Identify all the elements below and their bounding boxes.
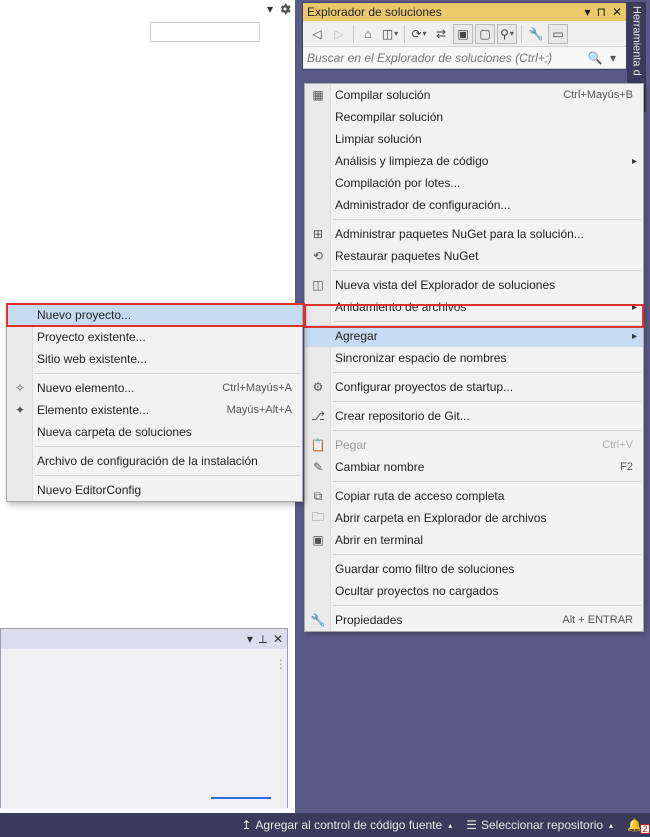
menu-properties[interactable]: 🔧PropiedadesAlt + ENTRAR	[305, 609, 643, 631]
menu-build-solution[interactable]: ▦Compilar soluciónCtrl+Mayús+B	[305, 84, 643, 106]
chevron-right-icon: ▸	[632, 331, 637, 342]
status-bar: ↥ Agregar al control de código fuente ☰ …	[0, 813, 650, 837]
menu-code-analysis[interactable]: Análisis y limpieza de código▸	[305, 150, 643, 172]
properties-icon[interactable]: 🔧	[526, 24, 546, 44]
menu-dropdown-icon[interactable]: ▾	[247, 632, 253, 646]
existing-item-icon: ✦	[11, 403, 29, 417]
solution-context-menu: ▦Compilar soluciónCtrl+Mayús+B Recompila…	[304, 83, 644, 632]
menu-sync-namespace[interactable]: Sincronizar espacio de nombres	[305, 347, 643, 369]
submenu-existing-item[interactable]: ✦Elemento existente...Mayús+Alt+A	[7, 399, 302, 421]
menu-copy-full-path[interactable]: ⧉Copiar ruta de acceso completa	[305, 485, 643, 507]
menu-rename[interactable]: ✎Cambiar nombreF2	[305, 456, 643, 478]
close-icon[interactable]: ✕	[612, 5, 622, 19]
submenu-new-project[interactable]: Nuevo proyecto...	[7, 304, 302, 326]
sync-icon[interactable]: ⟳	[409, 24, 429, 44]
folder-icon: 🗀	[309, 508, 327, 529]
bottom-panel-body	[1, 649, 287, 809]
bottom-panel: ▾ ⟂ ✕ ⋮	[0, 628, 288, 808]
bottom-panel-titlebar: ▾ ⟂ ✕	[1, 629, 287, 649]
home-icon[interactable]: ⌂	[358, 24, 378, 44]
menu-open-terminal[interactable]: ▣Abrir en terminal	[305, 529, 643, 551]
wrench-icon: 🔧	[309, 613, 327, 627]
status-notifications[interactable]: 🔔 2	[627, 818, 642, 832]
forward-icon: ▷	[329, 24, 349, 44]
chevron-right-icon: ▸	[632, 302, 637, 313]
dropdown-icon[interactable]: ▾	[267, 2, 273, 16]
build-icon: ▦	[309, 88, 327, 102]
gear-icon: ⚙	[309, 380, 327, 394]
search-input[interactable]	[307, 51, 586, 65]
menu-save-as-filter[interactable]: Guardar como filtro de soluciones	[305, 558, 643, 580]
menu-new-solution-view[interactable]: ◫Nueva vista del Explorador de solucione…	[305, 274, 643, 296]
pending-icon[interactable]: ⇄	[431, 24, 451, 44]
menu-file-nesting[interactable]: Anidamiento de archivos▸	[305, 296, 643, 318]
restore-icon: ⟲	[309, 249, 327, 263]
pin-icon[interactable]: ⟂	[259, 632, 267, 647]
menu-rebuild-solution[interactable]: Recompilar solución	[305, 106, 643, 128]
menu-startup-projects[interactable]: ⚙Configurar proyectos de startup...	[305, 376, 643, 398]
menu-configuration-manager[interactable]: Administrador de configuración...	[305, 194, 643, 216]
rename-icon: ✎	[309, 460, 327, 474]
status-add-source-control[interactable]: ↥ Agregar al control de código fuente	[241, 818, 452, 832]
git-icon: ⎇	[309, 409, 327, 423]
solution-explorer-titlebar[interactable]: Explorador de soluciones ▾ ⊓ ✕	[303, 3, 626, 21]
collapse-icon[interactable]: ▢	[475, 24, 495, 44]
search-icon[interactable]: 🔍	[586, 51, 604, 65]
solution-explorer-toolbar: ◁ ▷ ⌂ ◫ ⟳ ⇄ ▣ ▢ ⚲ 🔧 ▭	[303, 21, 626, 47]
menu-restore-nuget[interactable]: ⟲Restaurar paquetes NuGet	[305, 245, 643, 267]
copy-icon: ⧉	[309, 489, 327, 504]
submenu-installation-config[interactable]: Archivo de configuración de la instalaci…	[7, 450, 302, 472]
repo-icon: ☰	[466, 818, 477, 832]
new-view-icon: ◫	[309, 278, 327, 292]
preview-icon[interactable]: ▭	[548, 24, 568, 44]
submenu-new-item[interactable]: ✧Nuevo elemento...Ctrl+Mayús+A	[7, 377, 302, 399]
menu-batch-build[interactable]: Compilación por lotes...	[305, 172, 643, 194]
menu-hide-unloaded[interactable]: Ocultar proyectos no cargados	[305, 580, 643, 602]
menu-open-folder[interactable]: 🗀Abrir carpeta en Explorador de archivos	[305, 507, 643, 529]
search-dropdown-icon[interactable]: ▾	[604, 51, 622, 65]
submenu-existing-project[interactable]: Proyecto existente...	[7, 326, 302, 348]
filter-icon[interactable]: ⚲	[497, 24, 517, 44]
menu-add[interactable]: Agregar▸	[305, 325, 643, 347]
add-submenu: Nuevo proyecto... Proyecto existente... …	[6, 303, 303, 502]
show-all-icon[interactable]: ▣	[453, 24, 473, 44]
terminal-icon: ▣	[309, 533, 327, 547]
menu-create-git-repo[interactable]: ⎇Crear repositorio de Git...	[305, 405, 643, 427]
menu-paste: 📋PegarCtrl+V	[305, 434, 643, 456]
pin-icon[interactable]: ⊓	[597, 5, 606, 19]
chevron-right-icon: ▸	[632, 156, 637, 167]
submenu-new-editorconfig[interactable]: Nuevo EditorConfig	[7, 479, 302, 501]
switch-view-icon[interactable]: ◫	[380, 24, 400, 44]
nuget-icon: ⊞	[309, 227, 327, 241]
status-select-repository[interactable]: ☰ Seleccionar repositorio	[466, 818, 613, 832]
source-control-icon: ↥	[241, 818, 251, 832]
notification-badge: 2	[640, 824, 650, 834]
app-root: ▾ ▾ ⟂ ✕ ⋮ Explorador de soluciones ▾ ⊓	[0, 0, 650, 837]
close-icon[interactable]: ✕	[273, 632, 283, 646]
gear-icon[interactable]	[279, 3, 291, 15]
menu-dropdown-icon[interactable]: ▾	[585, 5, 591, 19]
scroll-indicator-icon: ⋮	[275, 657, 283, 671]
solution-explorer-panel: Explorador de soluciones ▾ ⊓ ✕ ◁ ▷ ⌂ ◫ ⟳…	[302, 2, 627, 70]
menu-clean-solution[interactable]: Limpiar solución	[305, 128, 643, 150]
back-icon[interactable]: ◁	[307, 24, 327, 44]
submenu-existing-website[interactable]: Sitio web existente...	[7, 348, 302, 370]
new-item-icon: ✧	[11, 381, 29, 395]
menu-manage-nuget[interactable]: ⊞Administrar paquetes NuGet para la solu…	[305, 223, 643, 245]
editor-placeholder	[150, 22, 260, 42]
editor-toolstrip: ▾	[259, 0, 295, 18]
panel-title: Explorador de soluciones	[307, 5, 442, 19]
submenu-new-solution-folder[interactable]: Nueva carpeta de soluciones	[7, 421, 302, 443]
solution-search[interactable]: 🔍 ▾	[303, 47, 626, 69]
paste-icon: 📋	[309, 438, 327, 452]
